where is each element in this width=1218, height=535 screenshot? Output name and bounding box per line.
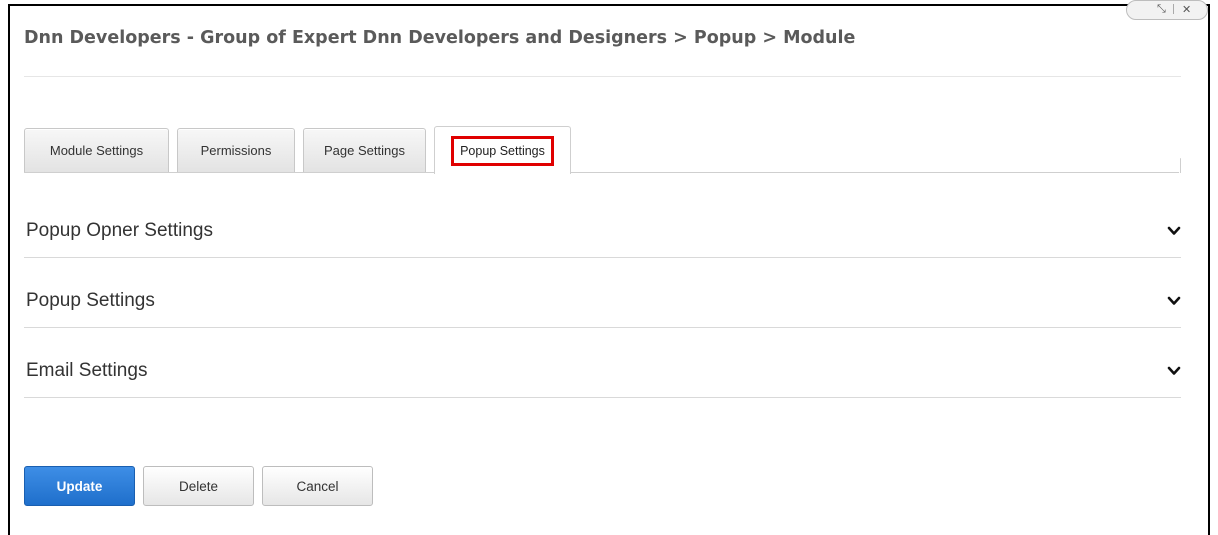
tab-label: Popup Settings: [460, 143, 545, 158]
restore-icon[interactable]: ⤡: [1157, 3, 1166, 16]
tab-bar-corner: [1180, 158, 1181, 173]
section-label: Popup Opner Settings: [26, 220, 213, 241]
close-icon[interactable]: ✕: [1182, 3, 1191, 16]
title-divider: [24, 76, 1181, 77]
tab-highlight: Popup Settings: [451, 135, 554, 166]
chevron-down-icon[interactable]: [1167, 364, 1181, 378]
tab-permissions[interactable]: Permissions: [177, 128, 295, 172]
section-popup-opener-settings[interactable]: Popup Opner Settings: [24, 200, 1181, 258]
section-popup-settings[interactable]: Popup Settings: [24, 270, 1181, 328]
update-button[interactable]: Update: [24, 466, 135, 506]
section-label: Popup Settings: [26, 290, 155, 311]
tab-label: Module Settings: [49, 143, 144, 158]
chevron-down-icon[interactable]: [1167, 224, 1181, 238]
chevron-down-icon[interactable]: [1167, 294, 1181, 308]
page-title: Dnn Developers - Group of Expert Dnn Dev…: [24, 28, 856, 48]
section-email-settings[interactable]: Email Settings: [24, 340, 1181, 398]
settings-tab-bar: Module Settings Permissions Page Setting…: [24, 122, 1181, 176]
tab-bar-baseline: [24, 172, 1179, 173]
section-label: Email Settings: [26, 360, 148, 381]
cancel-button[interactable]: Cancel: [262, 466, 373, 506]
tab-page-settings[interactable]: Page Settings: [303, 128, 426, 172]
tab-popup-settings[interactable]: Popup Settings: [434, 126, 571, 174]
window-controls-divider: [1173, 4, 1174, 14]
tab-label: Permissions: [200, 143, 272, 158]
tab-module-settings[interactable]: Module Settings: [24, 128, 169, 172]
window-controls: ⤡ ✕: [1126, 0, 1208, 20]
tab-label: Page Settings: [324, 143, 405, 158]
delete-button[interactable]: Delete: [143, 466, 254, 506]
